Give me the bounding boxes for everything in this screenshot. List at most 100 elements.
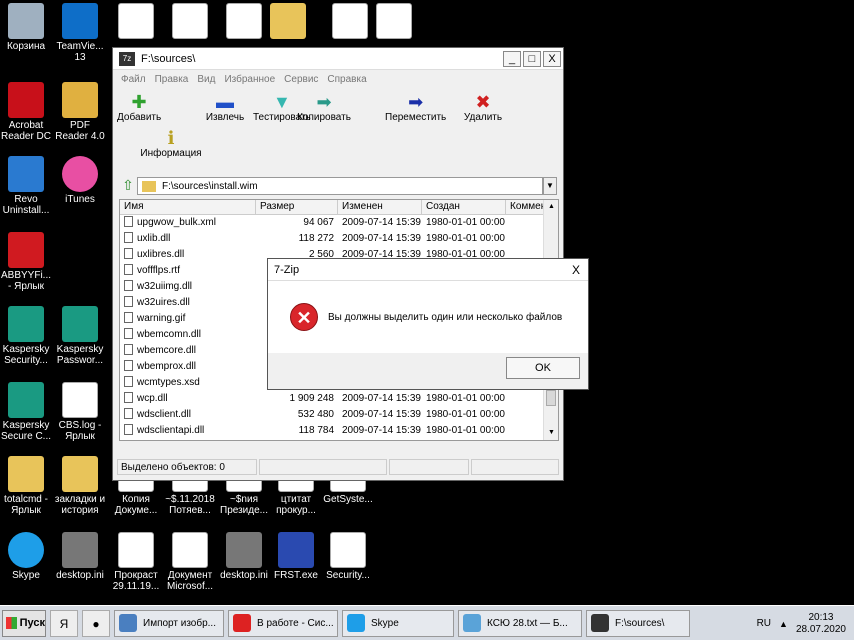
desktop-icon[interactable]: FRST.exe <box>270 532 322 581</box>
up-folder-icon[interactable]: ⇧ <box>119 177 137 195</box>
minimize-button[interactable]: _ <box>503 50 521 67</box>
column-comment[interactable]: Коммен <box>506 200 546 214</box>
table-row[interactable]: wdsclient.dll 532 480 2009-07-14 15:39 1980… <box>120 407 558 423</box>
file-name-cell: uxlibres.dll <box>120 247 256 263</box>
file-name: wcp.dll <box>137 393 168 404</box>
scroll-thumb[interactable] <box>546 390 556 406</box>
file-size: 532 480 <box>297 409 334 420</box>
desktop-icon[interactable] <box>110 3 162 41</box>
error-dialog[interactable]: 7-Zip X ✕ Вы должны выделить один или не… <box>267 258 589 390</box>
delete-button[interactable]: ✖ Удалить <box>461 92 505 123</box>
info-button[interactable]: ℹ Информация <box>117 128 225 159</box>
start-button[interactable]: Пуск <box>2 609 46 637</box>
desktop-icon[interactable]: Security... <box>322 532 374 581</box>
desktop-icon[interactable]: Kaspersky Security... <box>0 306 52 366</box>
file-name: wdsclientapi.dll <box>137 425 205 436</box>
taskbar-button-label: F:\sources\ <box>615 617 665 629</box>
desktop-icon[interactable]: Kaspersky Secure C... <box>0 382 52 442</box>
address-dropdown-button[interactable]: ▼ <box>543 177 557 195</box>
desktop-icon[interactable]: Корзина <box>0 3 52 52</box>
ok-button[interactable]: OK <box>506 357 580 379</box>
column-modified[interactable]: Изменен <box>338 200 422 214</box>
file-name: w32uires.dll <box>137 297 190 308</box>
table-row[interactable]: wdsclientapi.dll 118 784 2009-07-14 15:39 1… <box>120 423 558 439</box>
menu-tools[interactable]: Сервис <box>284 74 318 85</box>
menu-edit[interactable]: Правка <box>155 74 189 85</box>
taskbar-button[interactable]: В работе - Сис... <box>228 609 338 637</box>
desktop-icon[interactable]: ABBYYFi... - Ярлык <box>0 232 52 292</box>
window-titlebar[interactable]: 7z F:\sources\ _ □ X <box>113 48 563 70</box>
close-button[interactable]: X <box>543 50 561 67</box>
window-title: F:\sources\ <box>141 52 196 65</box>
desktop-icon[interactable]: Acrobat Reader DC <box>0 82 52 142</box>
desktop-icon[interactable]: totalcmd - Ярлык <box>0 456 52 516</box>
dialog-titlebar[interactable]: 7-Zip X <box>268 259 588 281</box>
desktop-icon[interactable] <box>262 3 314 41</box>
desktop-icon[interactable]: Документ Microsof... <box>164 532 216 592</box>
table-row[interactable]: wcp.dll 1 909 248 2009-07-14 15:39 1980-01-… <box>120 391 558 407</box>
dialog-close-button[interactable]: X <box>567 262 585 278</box>
maximize-button[interactable]: □ <box>523 50 541 67</box>
app-icon <box>591 614 609 632</box>
clock[interactable]: 20:13 28.07.2020 <box>796 612 846 636</box>
file-created: 1980-01-01 00:00 <box>426 409 505 420</box>
copy-button[interactable]: ➡ Копировать <box>296 92 352 123</box>
desktop-icon[interactable] <box>164 3 216 41</box>
status-cell-4 <box>471 459 559 475</box>
app-icon <box>233 614 251 632</box>
column-created[interactable]: Создан <box>422 200 506 214</box>
file-name-cell: wcmtypes.xsd <box>120 375 256 391</box>
file-name: wbemcore.dll <box>137 345 196 356</box>
taskbar-button[interactable]: F:\sources\ <box>586 609 690 637</box>
log-file-icon <box>62 382 98 418</box>
desktop-icon-label: закладки и история <box>54 494 106 516</box>
file-icon <box>124 264 133 275</box>
acrobat-icon <box>8 82 44 118</box>
desktop-icon[interactable]: iTunes <box>54 156 106 205</box>
paint-icon[interactable]: ● <box>82 609 110 637</box>
error-icon: ✕ <box>290 303 318 331</box>
desktop-icon[interactable]: закладки и история <box>54 456 106 516</box>
7zip-app-icon: 7z <box>119 51 135 66</box>
folder-icon <box>62 456 98 492</box>
pdf-reader-icon <box>62 82 98 118</box>
table-row[interactable]: uxlib.dll 118 272 2009-07-14 15:39 1980-01-… <box>120 231 558 247</box>
file-name-cell: voffflps.rtf <box>120 263 256 279</box>
menu-view[interactable]: Вид <box>197 74 215 85</box>
taskbar-button[interactable]: Skype <box>342 609 454 637</box>
address-value: F:\sources\install.wim <box>162 180 258 192</box>
file-icon <box>124 216 133 227</box>
desktop-icon-label: desktop.ini <box>56 570 104 581</box>
scroll-down-arrow[interactable]: ▼ <box>544 426 558 440</box>
extract-button[interactable]: ▬ Извлечь <box>203 92 247 123</box>
scroll-up-arrow[interactable]: ▲ <box>544 200 558 214</box>
taskbar-button[interactable]: КСЮ 28.txt — Б... <box>458 609 582 637</box>
itunes-icon <box>62 156 98 192</box>
desktop-icon[interactable]: PDF Reader 4.0 <box>54 82 106 142</box>
move-button[interactable]: ➡ Переместить <box>385 92 446 123</box>
menu-help[interactable]: Справка <box>327 74 366 85</box>
taskbar-button[interactable]: Импорт изобр... <box>114 609 224 637</box>
address-input[interactable]: F:\sources\install.wim <box>137 177 543 195</box>
column-size[interactable]: Размер <box>256 200 338 214</box>
yandex-icon[interactable]: Я <box>50 609 78 637</box>
desktop-icon[interactable]: CBS.log - Ярлык <box>54 382 106 442</box>
table-row[interactable]: upgwow_bulk.xml 94 067 2009-07-14 15:39 198… <box>120 215 558 231</box>
file-modified: 2009-07-14 15:39 <box>342 217 421 228</box>
column-name[interactable]: Имя <box>120 200 256 214</box>
menu-file[interactable]: Файл <box>121 74 146 85</box>
app-icon <box>119 614 137 632</box>
desktop-icon[interactable]: desktop.ini <box>218 532 270 581</box>
add-button[interactable]: ✚ Добавить <box>117 92 161 123</box>
desktop-icon[interactable]: Kaspersky Passwor... <box>54 306 106 366</box>
desktop-icon[interactable]: TeamVie... 13 <box>54 3 106 63</box>
desktop-icon[interactable] <box>368 3 420 41</box>
language-indicator[interactable]: RU <box>757 618 771 629</box>
desktop-icon-label: FRST.exe <box>274 570 318 581</box>
desktop-icon[interactable]: Skype <box>0 532 52 581</box>
menu-favorites[interactable]: Избранное <box>224 74 275 85</box>
tray-expand-icon[interactable]: ▲ <box>779 619 788 629</box>
desktop-icon[interactable]: Revo Uninstall... <box>0 156 52 216</box>
desktop-icon[interactable]: Прокраст 29.11.19... <box>110 532 162 592</box>
desktop-icon[interactable]: desktop.ini <box>54 532 106 581</box>
